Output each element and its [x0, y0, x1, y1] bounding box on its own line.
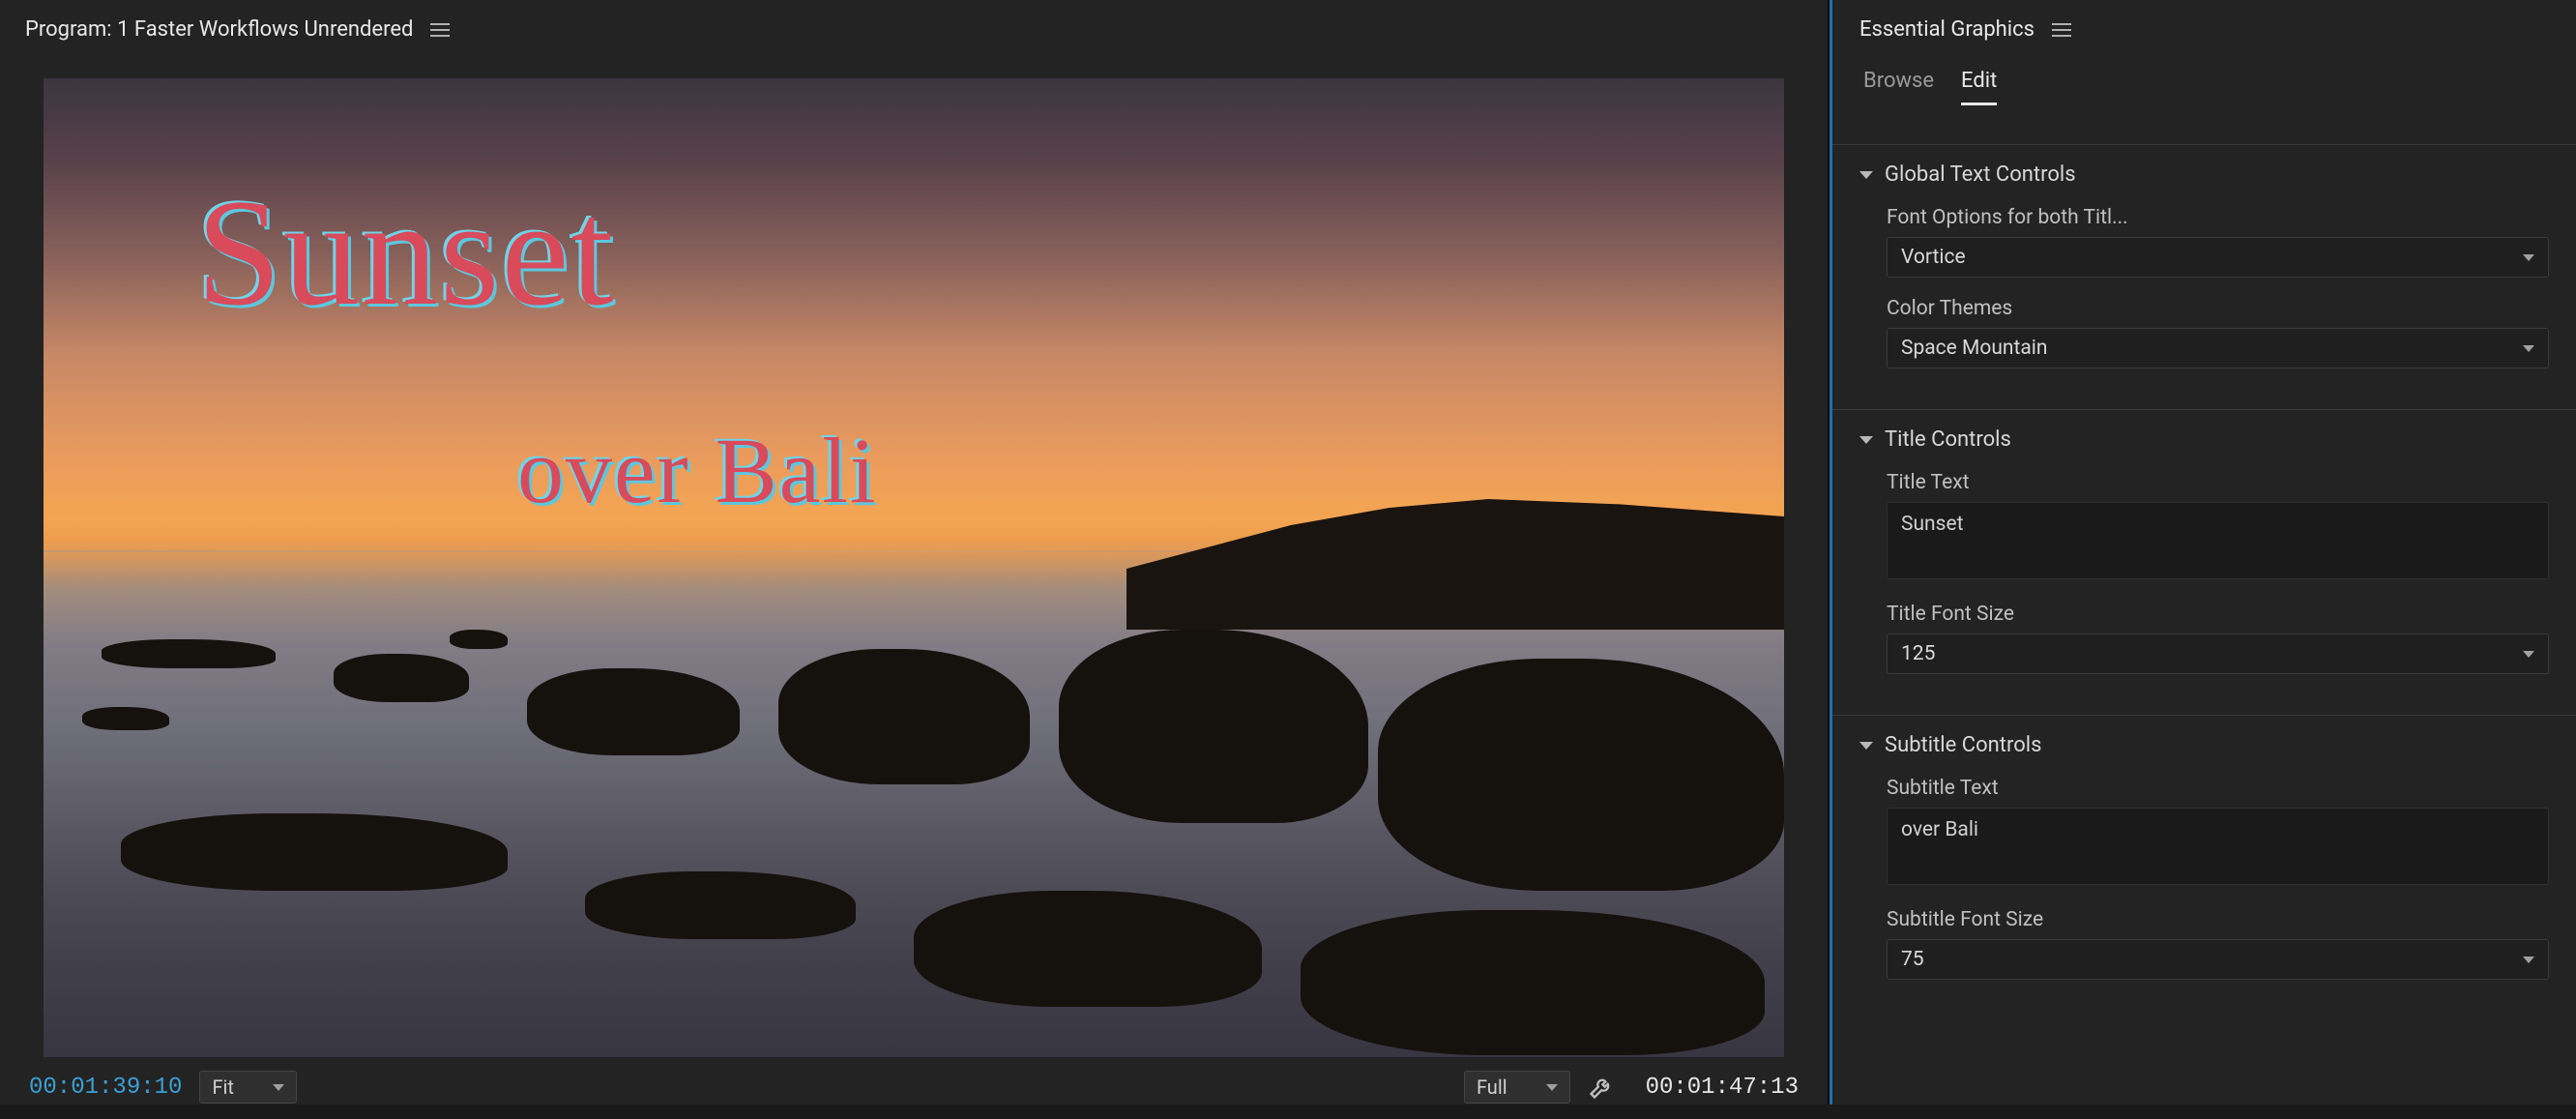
tab-browse[interactable]: Browse	[1863, 69, 1934, 105]
chevron-down-icon	[1859, 742, 1873, 750]
section-global-text: Global Text Controls Font Options for bo…	[1832, 144, 2576, 382]
wrench-icon[interactable]	[1588, 1074, 1615, 1101]
eg-body: Global Text Controls Font Options for bo…	[1832, 105, 2576, 1104]
program-monitor-panel: Program: 1 Faster Workflows Unrendered	[0, 0, 1830, 1104]
program-title: Program: 1 Faster Workflows Unrendered	[25, 17, 413, 42]
title-text-input[interactable]: Sunset	[1887, 502, 2549, 579]
title-font-size-select[interactable]: 125	[1887, 633, 2549, 674]
overlay-subtitle-text[interactable]: over Bali	[517, 417, 878, 524]
current-timecode[interactable]: 00:01:39:10	[29, 1075, 182, 1101]
program-viewer[interactable]: Sunset over Bali	[44, 78, 1784, 1057]
title-text-label: Title Text	[1887, 471, 2549, 494]
program-bottom-bar: 00:01:39:10 Fit Full 00:01:47:13	[0, 1057, 1828, 1119]
resolution-label: Full	[1477, 1075, 1508, 1099]
tab-edit[interactable]: Edit	[1961, 69, 1997, 105]
color-themes-select[interactable]: Space Mountain	[1887, 328, 2549, 368]
title-font-size-value: 125	[1901, 642, 1935, 665]
section-subtitle-label: Subtitle Controls	[1885, 733, 2041, 757]
section-subtitle-controls: Subtitle Controls Subtitle Text over Bal…	[1832, 715, 2576, 993]
chevron-down-icon	[2523, 651, 2534, 658]
chevron-down-icon	[273, 1084, 284, 1091]
font-options-value: Vortice	[1901, 246, 1966, 269]
chevron-down-icon	[1859, 436, 1873, 444]
section-title-label: Title Controls	[1885, 427, 2011, 452]
section-subtitle-header[interactable]: Subtitle Controls	[1859, 716, 2549, 771]
chevron-down-icon	[2523, 957, 2534, 963]
font-options-select[interactable]: Vortice	[1887, 237, 2549, 278]
eg-title: Essential Graphics	[1859, 17, 2034, 42]
program-menu-icon[interactable]	[430, 23, 450, 37]
section-title-controls: Title Controls Title Text Sunset Title F…	[1832, 409, 2576, 688]
section-global-label: Global Text Controls	[1885, 162, 2076, 187]
title-font-size-label: Title Font Size	[1887, 603, 2549, 626]
duration-timecode: 00:01:47:13	[1646, 1075, 1799, 1101]
chevron-down-icon	[2523, 345, 2534, 352]
eg-header: Essential Graphics	[1832, 0, 2576, 51]
eg-menu-icon[interactable]	[2052, 23, 2071, 37]
resolution-dropdown[interactable]: Full	[1464, 1071, 1570, 1104]
chevron-down-icon	[2523, 254, 2534, 261]
subtitle-font-size-select[interactable]: 75	[1887, 939, 2549, 980]
section-global-header[interactable]: Global Text Controls	[1859, 145, 2549, 200]
subtitle-font-size-value: 75	[1901, 948, 1924, 971]
color-themes-label: Color Themes	[1887, 297, 2549, 320]
eg-tabs: Browse Edit	[1832, 51, 2576, 105]
fit-label: Fit	[212, 1075, 233, 1099]
font-options-label: Font Options for both Titl...	[1887, 206, 2549, 229]
color-themes-value: Space Mountain	[1901, 337, 2048, 360]
viewer-container: Sunset over Bali	[0, 59, 1828, 1057]
chevron-down-icon	[1859, 171, 1873, 179]
subtitle-text-label: Subtitle Text	[1887, 777, 2549, 800]
essential-graphics-panel: Essential Graphics Browse Edit Global Te…	[1830, 0, 2576, 1104]
fit-dropdown[interactable]: Fit	[199, 1071, 296, 1104]
subtitle-font-size-label: Subtitle Font Size	[1887, 908, 2549, 931]
program-header: Program: 1 Faster Workflows Unrendered	[0, 0, 1828, 59]
chevron-down-icon	[1546, 1084, 1558, 1091]
section-title-header[interactable]: Title Controls	[1859, 410, 2549, 465]
overlay-title-text[interactable]: Sunset	[196, 165, 615, 341]
subtitle-text-input[interactable]: over Bali	[1887, 808, 2549, 885]
